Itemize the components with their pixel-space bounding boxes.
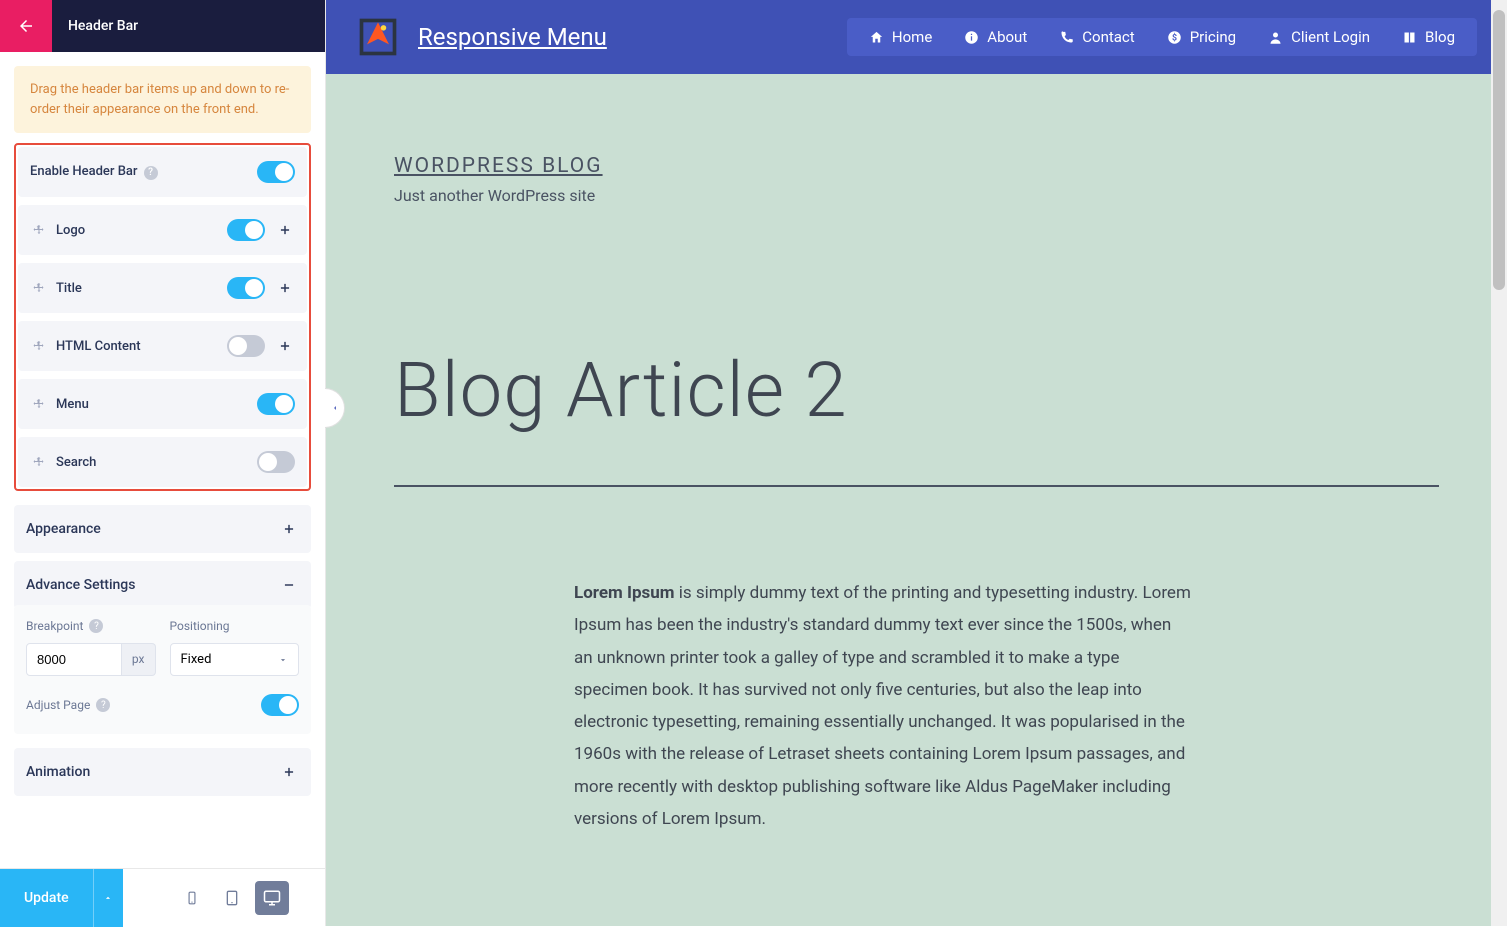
item-toggle[interactable] <box>257 451 295 473</box>
positioning-value: Fixed <box>181 652 212 667</box>
nav-item-client-login[interactable]: Client Login <box>1252 18 1386 56</box>
nav-item-home[interactable]: Home <box>853 18 948 56</box>
phone-icon <box>1059 30 1074 45</box>
breakpoint-unit: px <box>122 643 156 676</box>
nav-item-about[interactable]: About <box>948 18 1043 56</box>
preview-pane: Responsive Menu Home About Contact $ Pricing… <box>326 0 1507 926</box>
animation-section[interactable]: Animation <box>14 748 311 796</box>
device-tablet[interactable] <box>215 881 249 915</box>
item-toggle[interactable] <box>257 393 295 415</box>
settings-sidebar: Header Bar Drag the header bar items up … <box>0 0 326 926</box>
header-item-row[interactable]: Logo <box>18 205 307 255</box>
breakpoint-input[interactable] <box>26 643 122 676</box>
nav-label: Client Login <box>1291 28 1370 46</box>
nav-item-blog[interactable]: Blog <box>1386 18 1471 56</box>
item-toggle[interactable] <box>227 335 265 357</box>
adjust-page-toggle[interactable] <box>261 694 299 716</box>
header-item-row[interactable]: Title <box>18 263 307 313</box>
book-icon <box>1402 30 1417 45</box>
adjust-page-label: Adjust Page <box>26 698 90 712</box>
drag-handle-icon[interactable] <box>30 456 48 468</box>
positioning-select[interactable]: Fixed <box>170 643 300 676</box>
header-item-row[interactable]: Menu <box>18 379 307 429</box>
header-bar-items-group: Enable Header Bar? Logo Title HTML Conte… <box>14 143 311 491</box>
header-item-row[interactable]: HTML Content <box>18 321 307 371</box>
item-label: Logo <box>56 223 227 238</box>
svg-text:$: $ <box>1172 32 1177 43</box>
plus-icon[interactable] <box>275 339 295 353</box>
nav-menu: Home About Contact $ Pricing Client Login Blog <box>847 18 1477 56</box>
advance-settings-section[interactable]: Advance Settings <box>14 561 311 609</box>
site-logo[interactable] <box>356 15 400 59</box>
help-icon[interactable]: ? <box>96 698 110 712</box>
body-lead: Lorem Ipsum <box>574 583 675 603</box>
article-title: Blog Article 2 <box>394 345 1439 435</box>
minus-icon <box>279 578 299 592</box>
reorder-notice: Drag the header bar items up and down to… <box>14 66 311 133</box>
item-label: Menu <box>56 397 257 412</box>
item-toggle[interactable] <box>227 277 265 299</box>
user-icon <box>1268 30 1283 45</box>
divider <box>394 485 1439 487</box>
preview-scrollbar[interactable] <box>1491 0 1507 926</box>
appearance-label: Appearance <box>26 521 101 537</box>
enable-label: Enable Header Bar <box>30 164 138 179</box>
breakpoint-label: Breakpoint <box>26 619 83 633</box>
dollar-icon: $ <box>1167 30 1182 45</box>
drag-handle-icon[interactable] <box>30 224 48 236</box>
drag-handle-icon[interactable] <box>30 398 48 410</box>
back-button[interactable] <box>0 0 52 52</box>
item-label: Search <box>56 455 257 470</box>
sidebar-footer: Update <box>0 868 325 926</box>
nav-label: Pricing <box>1190 28 1236 46</box>
nav-label: Contact <box>1082 28 1134 46</box>
appearance-section[interactable]: Appearance <box>14 505 311 553</box>
device-desktop[interactable] <box>255 881 289 915</box>
site-brand-title[interactable]: Responsive Menu <box>418 23 607 51</box>
nav-label: Blog <box>1425 28 1455 46</box>
enable-header-bar-toggle[interactable] <box>257 161 295 183</box>
help-icon[interactable]: ? <box>144 166 158 180</box>
plus-icon <box>279 765 299 779</box>
item-toggle[interactable] <box>227 219 265 241</box>
sidebar-header: Header Bar <box>0 0 325 52</box>
nav-item-contact[interactable]: Contact <box>1043 18 1150 56</box>
home-icon <box>869 30 884 45</box>
body-text: is simply dummy text of the printing and… <box>574 583 1191 829</box>
info-icon <box>964 30 979 45</box>
plus-icon[interactable] <box>275 223 295 237</box>
chevron-down-icon <box>278 655 288 665</box>
update-dropdown[interactable] <box>93 869 123 927</box>
advance-label: Advance Settings <box>26 577 135 593</box>
sidebar-title: Header Bar <box>52 0 325 52</box>
item-label: Title <box>56 281 227 296</box>
site-tagline: Just another WordPress site <box>394 186 1439 205</box>
drag-handle-icon[interactable] <box>30 282 48 294</box>
drag-handle-icon[interactable] <box>30 340 48 352</box>
positioning-label: Positioning <box>170 619 300 633</box>
item-label: HTML Content <box>56 339 227 354</box>
plus-icon[interactable] <box>275 281 295 295</box>
nav-item-pricing[interactable]: $ Pricing <box>1151 18 1252 56</box>
animation-label: Animation <box>26 764 90 780</box>
plus-icon <box>279 522 299 536</box>
article-body: Lorem Ipsum is simply dummy text of the … <box>574 577 1194 835</box>
site-title[interactable]: WORDPRESS BLOG <box>394 154 1439 178</box>
advance-settings-body: Breakpoint? px Positioning Fixed <box>14 605 311 734</box>
preview-header-bar: Responsive Menu Home About Contact $ Pricing… <box>326 0 1507 74</box>
help-icon[interactable]: ? <box>89 619 103 633</box>
header-item-row[interactable]: Search <box>18 437 307 487</box>
update-button[interactable]: Update <box>0 869 93 927</box>
nav-label: About <box>987 28 1027 46</box>
scrollbar-thumb[interactable] <box>1493 10 1505 290</box>
device-mobile[interactable] <box>175 881 209 915</box>
enable-header-bar-row: Enable Header Bar? <box>18 147 307 197</box>
nav-label: Home <box>892 28 932 46</box>
